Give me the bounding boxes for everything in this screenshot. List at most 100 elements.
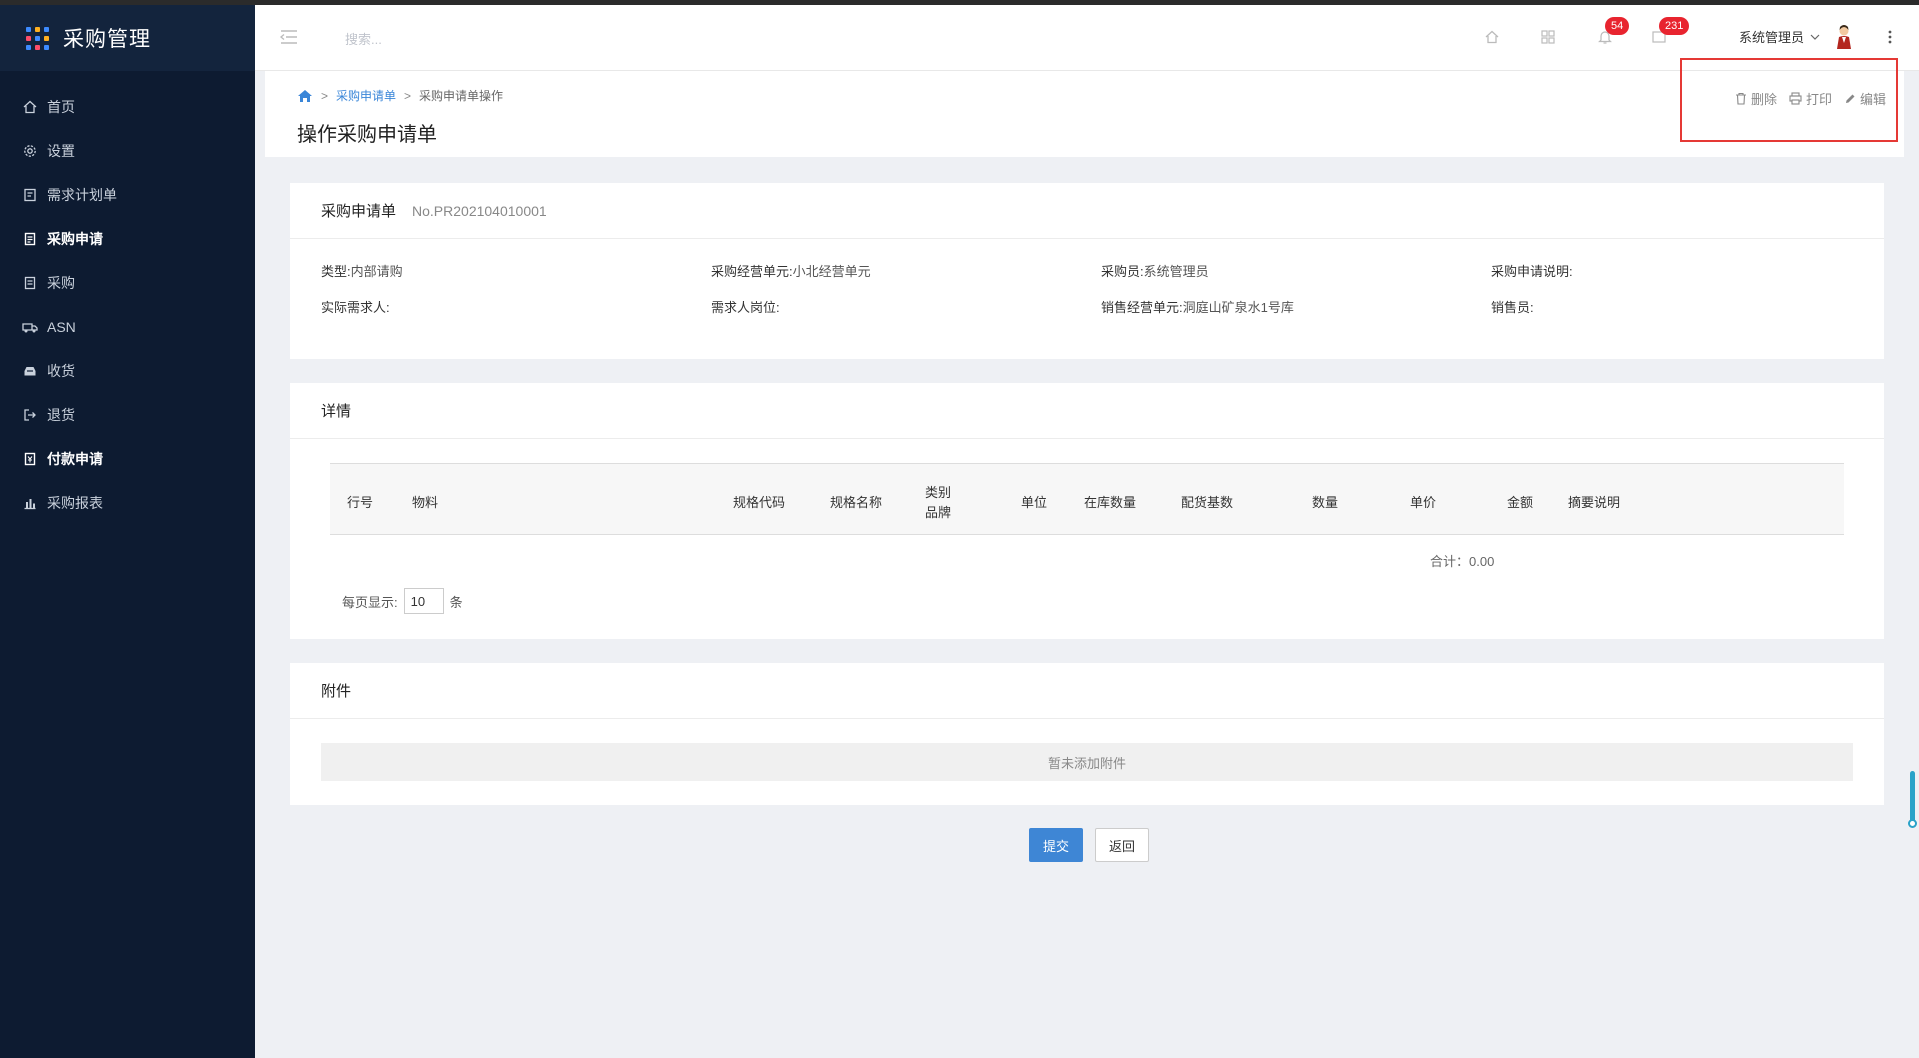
page-size-unit: 条 bbox=[449, 594, 463, 610]
gear-icon bbox=[22, 143, 38, 159]
highlight-annotation-box bbox=[1680, 58, 1898, 142]
menu-collapse-icon[interactable] bbox=[279, 29, 299, 45]
user-menu[interactable]: 系统管理员 bbox=[1739, 27, 1820, 46]
table-header: 行号 物料 规格代码 规格名称 类别 品牌 单位 在库数量 配货基数 数量 单价… bbox=[330, 463, 1844, 535]
field-buyer: 采购员:系统管理员 bbox=[1101, 264, 1209, 279]
page-size-label: 每页显示: bbox=[342, 594, 398, 610]
column-header: 在库数量 bbox=[1084, 495, 1137, 510]
avatar[interactable] bbox=[1833, 24, 1855, 50]
app-title: 采购管理 bbox=[63, 28, 151, 51]
sidebar-item-label: 采购 bbox=[47, 275, 75, 291]
order-number: No.PR202104010001 bbox=[412, 202, 547, 219]
message-badge: 231 bbox=[1659, 17, 1690, 35]
search-input[interactable] bbox=[345, 29, 545, 49]
order-info-card: 采购申请单 No.PR202104010001 类型:内部请购 采购经营单元:小… bbox=[290, 183, 1884, 359]
home-icon bbox=[22, 99, 38, 115]
column-header: 金额 bbox=[1507, 495, 1534, 510]
home-icon[interactable] bbox=[297, 89, 313, 103]
message-icon[interactable]: 231 bbox=[1647, 17, 1690, 49]
card-header: 详情 bbox=[290, 383, 1884, 439]
sidebar-item-label: ASN bbox=[47, 319, 76, 335]
bar-chart-icon bbox=[22, 495, 38, 511]
more-vertical-icon[interactable] bbox=[1885, 27, 1895, 47]
page-size-control: 每页显示: 条 bbox=[342, 588, 463, 614]
field-sales-unit: 销售经营单元:洞庭山矿泉水1号库 bbox=[1101, 300, 1294, 315]
attachments-title: 附件 bbox=[321, 683, 352, 700]
column-header: 规格代码 bbox=[733, 495, 786, 510]
column-header: 数量 bbox=[1312, 495, 1339, 510]
app-grid-icon[interactable] bbox=[26, 26, 49, 50]
breadcrumb: > 采购申请单 > 采购申请单操作 bbox=[297, 87, 503, 104]
clipboard-icon bbox=[22, 231, 38, 247]
attachments-empty: 暂未添加附件 bbox=[321, 743, 1853, 781]
field-seller: 销售员: bbox=[1491, 300, 1534, 315]
sidebar-item-purchase-report[interactable]: 采购报表 bbox=[0, 481, 255, 525]
sidebar-item-label: 需求计划单 bbox=[47, 187, 117, 203]
document-icon bbox=[22, 187, 38, 203]
sidebar-item-settings[interactable]: 设置 bbox=[0, 129, 255, 173]
field-requester-position: 需求人岗位: bbox=[711, 300, 780, 315]
sidebar-item-label: 设置 bbox=[47, 143, 75, 159]
sidebar-item-purchase-request[interactable]: 采购申请 bbox=[0, 217, 255, 261]
details-title: 详情 bbox=[321, 403, 352, 420]
sidebar-item-returns[interactable]: 退货 bbox=[0, 393, 255, 437]
column-header: 行号 bbox=[347, 495, 374, 510]
sidebar-item-payment-request[interactable]: 付款申请 bbox=[0, 437, 255, 481]
column-header: 品牌 bbox=[925, 505, 952, 520]
sidebar-item-label: 首页 bbox=[47, 99, 75, 115]
notification-badge: 54 bbox=[1605, 17, 1630, 35]
card-header: 附件 bbox=[290, 663, 1884, 719]
order-fields: 类型:内部请购 采购经营单元:小北经营单元 采购员:系统管理员 采购申请说明: … bbox=[321, 261, 1881, 333]
column-header: 摘要说明 bbox=[1568, 495, 1621, 510]
attachments-card: 附件 暂未添加附件 bbox=[290, 663, 1884, 805]
user-name: 系统管理员 bbox=[1739, 30, 1805, 45]
sidebar-item-label: 收货 bbox=[47, 363, 75, 379]
home-icon[interactable] bbox=[1480, 25, 1504, 49]
sidebar-item-receiving[interactable]: 收货 bbox=[0, 349, 255, 393]
sidebar-menu: 首页 设置 需求计划单 采购申请 采购 ASN 收货 退货 付款申请 采购报表 bbox=[0, 71, 255, 525]
details-table: 行号 物料 规格代码 规格名称 类别 品牌 单位 在库数量 配货基数 数量 单价… bbox=[330, 463, 1844, 569]
sidebar-item-demand-plan[interactable]: 需求计划单 bbox=[0, 173, 255, 217]
column-header: 类别 bbox=[925, 485, 952, 500]
inbox-icon bbox=[22, 363, 38, 379]
sidebar-item-asn[interactable]: ASN bbox=[0, 305, 255, 349]
column-header: 规格名称 bbox=[830, 495, 883, 510]
order-title: 采购申请单 bbox=[321, 203, 397, 220]
sidebar-item-label: 采购报表 bbox=[47, 495, 103, 511]
field-request-description: 采购申请说明: bbox=[1491, 264, 1573, 279]
breadcrumb-link[interactable]: 采购申请单 bbox=[336, 87, 396, 104]
truck-icon bbox=[22, 319, 38, 335]
submit-button[interactable]: 提交 bbox=[1029, 828, 1084, 862]
sidebar-item-home[interactable]: 首页 bbox=[0, 85, 255, 129]
sidebar-item-label: 采购申请 bbox=[47, 231, 103, 247]
field-type: 类型:内部请购 bbox=[321, 264, 403, 279]
field-purchase-unit: 采购经营单元:小北经营单元 bbox=[711, 264, 871, 279]
payment-icon bbox=[22, 451, 38, 467]
details-card: 详情 行号 物料 规格代码 规格名称 类别 品牌 单位 在库数量 配货基数 数量… bbox=[290, 383, 1884, 639]
sidebar-item-label: 付款申请 bbox=[47, 451, 103, 467]
sidebar: 采购管理 首页 设置 需求计划单 采购申请 采购 ASN 收货 退货 付款申请 … bbox=[0, 5, 255, 1058]
table-total: 合计：0.00 bbox=[1430, 554, 1495, 569]
column-header: 单位 bbox=[1021, 495, 1048, 510]
column-header: 物料 bbox=[412, 495, 439, 510]
form-buttons: 提交 返回 bbox=[1029, 828, 1150, 862]
scrollbar-handle[interactable] bbox=[1908, 819, 1917, 828]
page-header: > 采购申请单 > 采购申请单操作 操作采购申请单 删除 打印 编辑 bbox=[265, 71, 1904, 157]
return-icon bbox=[22, 407, 38, 423]
bell-icon[interactable]: 54 bbox=[1593, 17, 1630, 49]
chevron-down-icon bbox=[1810, 34, 1820, 40]
column-header: 单价 bbox=[1410, 495, 1437, 510]
card-header: 采购申请单 No.PR202104010001 bbox=[290, 183, 1884, 239]
page-title: 操作采购申请单 bbox=[297, 124, 437, 146]
sidebar-item-purchase[interactable]: 采购 bbox=[0, 261, 255, 305]
sidebar-item-label: 退货 bbox=[47, 407, 75, 423]
back-button[interactable]: 返回 bbox=[1095, 828, 1150, 862]
field-requester: 实际需求人: bbox=[321, 300, 390, 315]
list-icon bbox=[22, 275, 38, 291]
breadcrumb-current: 采购申请单操作 bbox=[419, 89, 504, 103]
column-header: 配货基数 bbox=[1181, 495, 1234, 510]
top-header: 54 231 系统管理员 bbox=[255, 5, 1919, 71]
brand: 采购管理 bbox=[0, 5, 255, 71]
apps-grid-icon[interactable] bbox=[1536, 25, 1560, 49]
page-size-input[interactable] bbox=[403, 588, 444, 614]
